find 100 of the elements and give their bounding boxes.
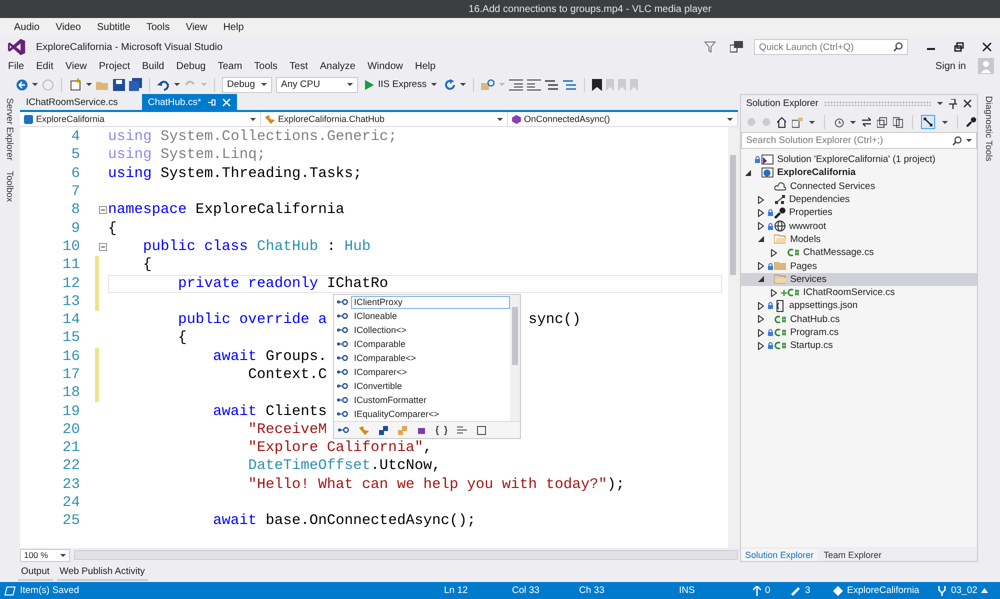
- uncomment-icon[interactable]: [562, 78, 577, 90]
- bookmark-icon[interactable]: [592, 78, 602, 90]
- collapse-icon[interactable]: [758, 276, 764, 282]
- menu-item[interactable]: Tools: [248, 60, 284, 72]
- changes-count[interactable]: 3: [805, 585, 829, 596]
- caret-icon[interactable]: [460, 83, 466, 86]
- interface-filter-icon[interactable]: [338, 427, 349, 433]
- completion-item[interactable]: ICollection<>: [350, 324, 410, 336]
- completion-item[interactable]: IComparable<>: [350, 352, 419, 364]
- caret-icon[interactable]: [850, 120, 856, 124]
- expand-icon[interactable]: [758, 222, 764, 230]
- collapse-icon[interactable]: [98, 242, 107, 251]
- completion-item[interactable]: IComparer<>: [350, 366, 410, 378]
- feedback-icon[interactable]: [730, 41, 744, 53]
- collapse-icon[interactable]: [758, 236, 764, 242]
- tree-item[interactable]: appsettings.json: [741, 299, 978, 313]
- tree-item[interactable]: ChatHub.cs: [741, 312, 978, 326]
- branch-name[interactable]: 03_02: [951, 585, 978, 596]
- class-filter-icon[interactable]: [358, 426, 369, 434]
- switch-views-icon[interactable]: [792, 116, 803, 128]
- navigation-dropdown[interactable]: ExploreCalifornia.ChatHub: [260, 112, 508, 126]
- expand-icon[interactable]: [758, 342, 764, 350]
- expand-icon[interactable]: [758, 262, 764, 270]
- menu-item[interactable]: Video: [48, 22, 89, 33]
- tree-item[interactable]: Startup.cs: [741, 339, 978, 352]
- menu-item[interactable]: Test: [284, 60, 314, 72]
- menu-item[interactable]: Analyze: [314, 60, 362, 72]
- menu-item[interactable]: Team: [212, 60, 248, 72]
- unpushed-count[interactable]: 0: [765, 585, 787, 596]
- collapse-all-icon[interactable]: [877, 116, 887, 128]
- undo-icon[interactable]: [157, 78, 170, 90]
- completion-item[interactable]: IEqualityComparer<>: [350, 408, 442, 420]
- tree-item[interactable]: Connected Services: [741, 180, 978, 193]
- repository-name[interactable]: ExploreCalifornia: [847, 585, 933, 596]
- caret-icon[interactable]: [86, 83, 92, 86]
- expand-filter-icon[interactable]: [476, 426, 486, 434]
- save-all-icon[interactable]: [129, 78, 142, 91]
- outdent-icon[interactable]: [526, 78, 541, 90]
- configuration-dropdown[interactable]: Debug: [222, 76, 272, 92]
- tree-item[interactable]: Pages: [741, 259, 978, 273]
- restore-icon[interactable]: [954, 42, 964, 52]
- tree-item[interactable]: Properties: [741, 206, 978, 220]
- menu-item[interactable]: View: [59, 60, 93, 72]
- refresh-icon[interactable]: [444, 78, 456, 90]
- menu-item[interactable]: Build: [136, 60, 170, 72]
- comment-icon[interactable]: [544, 78, 559, 90]
- caret-icon[interactable]: [808, 120, 815, 124]
- close-icon[interactable]: [982, 42, 992, 52]
- tree-item[interactable]: Services: [741, 272, 978, 286]
- completion-item[interactable]: ICustomFormatter: [350, 394, 430, 406]
- tree-item[interactable]: Solution 'ExploreCalifornia' (1 project): [741, 153, 978, 166]
- namespace-filter-icon[interactable]: [436, 426, 447, 434]
- menu-item[interactable]: File: [2, 60, 30, 72]
- platform-dropdown[interactable]: Any CPU: [276, 76, 358, 92]
- completion-item[interactable]: IClientProxy: [350, 296, 510, 308]
- expand-icon[interactable]: [758, 315, 764, 324]
- side-tab[interactable]: Server Explorer: [4, 98, 15, 161]
- wrench-icon[interactable]: [966, 116, 978, 128]
- menu-item[interactable]: Audio: [6, 22, 48, 33]
- back-icon[interactable]: [16, 78, 28, 90]
- menu-item[interactable]: Help: [215, 22, 252, 33]
- save-icon[interactable]: [113, 78, 125, 90]
- editor-tab[interactable]: IChatRoomService.cs: [20, 94, 124, 110]
- navigation-dropdown[interactable]: ExploreCalifornia: [20, 112, 261, 126]
- tree-item[interactable]: ExploreCalifornia: [741, 166, 978, 180]
- navigation-dropdown[interactable]: OnConnectedAsync(): [508, 112, 738, 126]
- caret-icon[interactable]: [32, 83, 38, 86]
- caret-icon[interactable]: [942, 120, 948, 124]
- caret-icon[interactable]: [937, 102, 944, 105]
- new-item-icon[interactable]: [69, 78, 82, 91]
- tree-item[interactable]: ChatMessage.cs: [741, 246, 978, 260]
- pin-icon[interactable]: [949, 98, 958, 108]
- home-icon[interactable]: [776, 116, 786, 128]
- menu-item[interactable]: Debug: [170, 60, 212, 72]
- menu-item[interactable]: Project: [92, 60, 136, 72]
- pencil-icon[interactable]: [791, 586, 801, 596]
- up-arrow-icon[interactable]: [753, 586, 761, 596]
- scrollbar[interactable]: [74, 550, 738, 560]
- search-field[interactable]: Search Solution Explorer (Ctrl+;): [741, 132, 978, 149]
- menu-item[interactable]: Tools: [138, 22, 178, 33]
- copy-icon[interactable]: [892, 116, 903, 128]
- diamond-icon[interactable]: [833, 586, 843, 596]
- expand-icon[interactable]: [758, 302, 764, 310]
- zoom-dropdown[interactable]: 100 %: [20, 548, 70, 562]
- expand-icon[interactable]: [771, 288, 778, 297]
- completion-item[interactable]: IComparable: [350, 338, 408, 350]
- collapse-icon[interactable]: [745, 170, 752, 176]
- snippet-filter-icon[interactable]: [456, 426, 467, 434]
- panel-tab[interactable]: Team Explorer: [820, 549, 886, 561]
- scrollbar[interactable]: [728, 127, 738, 548]
- menu-item[interactable]: Window: [361, 60, 410, 72]
- run-button[interactable]: IIS Express: [362, 79, 440, 90]
- expand-icon[interactable]: [758, 208, 764, 217]
- quick-launch-field[interactable]: Quick Launch (Ctrl+Q): [754, 39, 908, 55]
- tree-item[interactable]: Program.cs: [741, 326, 978, 340]
- search-field[interactable]: Search Solution Explorer (Ctrl+;): [746, 135, 948, 146]
- completion-item[interactable]: IConvertible: [350, 380, 405, 392]
- panel-tab[interactable]: Solution Explorer: [741, 549, 818, 561]
- clock-icon[interactable]: [834, 116, 844, 128]
- branch-icon[interactable]: [937, 586, 947, 596]
